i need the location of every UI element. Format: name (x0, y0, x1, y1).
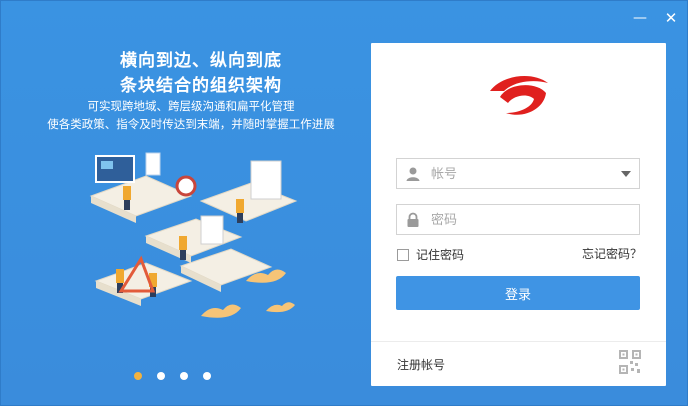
login-panel: 记住密码 忘记密码？ 登录 注册帐号 (371, 43, 666, 386)
brand-logo (490, 76, 548, 115)
remember-checkbox[interactable] (397, 248, 409, 261)
remember-password-toggle[interactable]: 记住密码 (397, 246, 464, 263)
account-field (396, 158, 640, 189)
hero-title-line2: 条块结合的组织架构 (120, 76, 282, 96)
login-button[interactable]: 登录 (396, 276, 640, 310)
collaboration-illustration (89, 152, 298, 318)
forgot-password-link[interactable]: 忘记密码？ (582, 245, 642, 262)
carousel-dot[interactable] (157, 372, 165, 380)
login-window: — ✕ 横向到边、纵向到底 条块结合的组织架构 可实现跨地域、跨层级沟通和扁平化… (0, 0, 688, 406)
carousel-dots (134, 372, 211, 380)
password-input[interactable] (431, 209, 611, 231)
close-button[interactable]: ✕ (662, 9, 680, 27)
account-input[interactable] (431, 163, 611, 185)
carousel-dot[interactable] (203, 372, 211, 380)
lock-icon (407, 212, 419, 227)
user-icon (406, 167, 420, 181)
hero-title-line1: 横向到边、纵向到底 (120, 51, 282, 71)
remember-label: 记住密码 (416, 248, 465, 262)
minimize-button[interactable]: — (631, 9, 649, 27)
chevron-down-icon[interactable] (621, 171, 631, 177)
qr-code-icon[interactable] (619, 350, 641, 374)
password-field (396, 204, 640, 235)
divider (371, 341, 666, 342)
carousel-dot[interactable] (180, 372, 188, 380)
register-link[interactable]: 注册帐号 (397, 356, 445, 373)
hero-desc-line2: 使各类政策、指令及时传达到末端，并随时掌握工作进展 (47, 117, 335, 131)
carousel-dot[interactable] (134, 372, 142, 380)
hero-desc-line1: 可实现跨地域、跨层级沟通和扁平化管理 (87, 99, 295, 113)
